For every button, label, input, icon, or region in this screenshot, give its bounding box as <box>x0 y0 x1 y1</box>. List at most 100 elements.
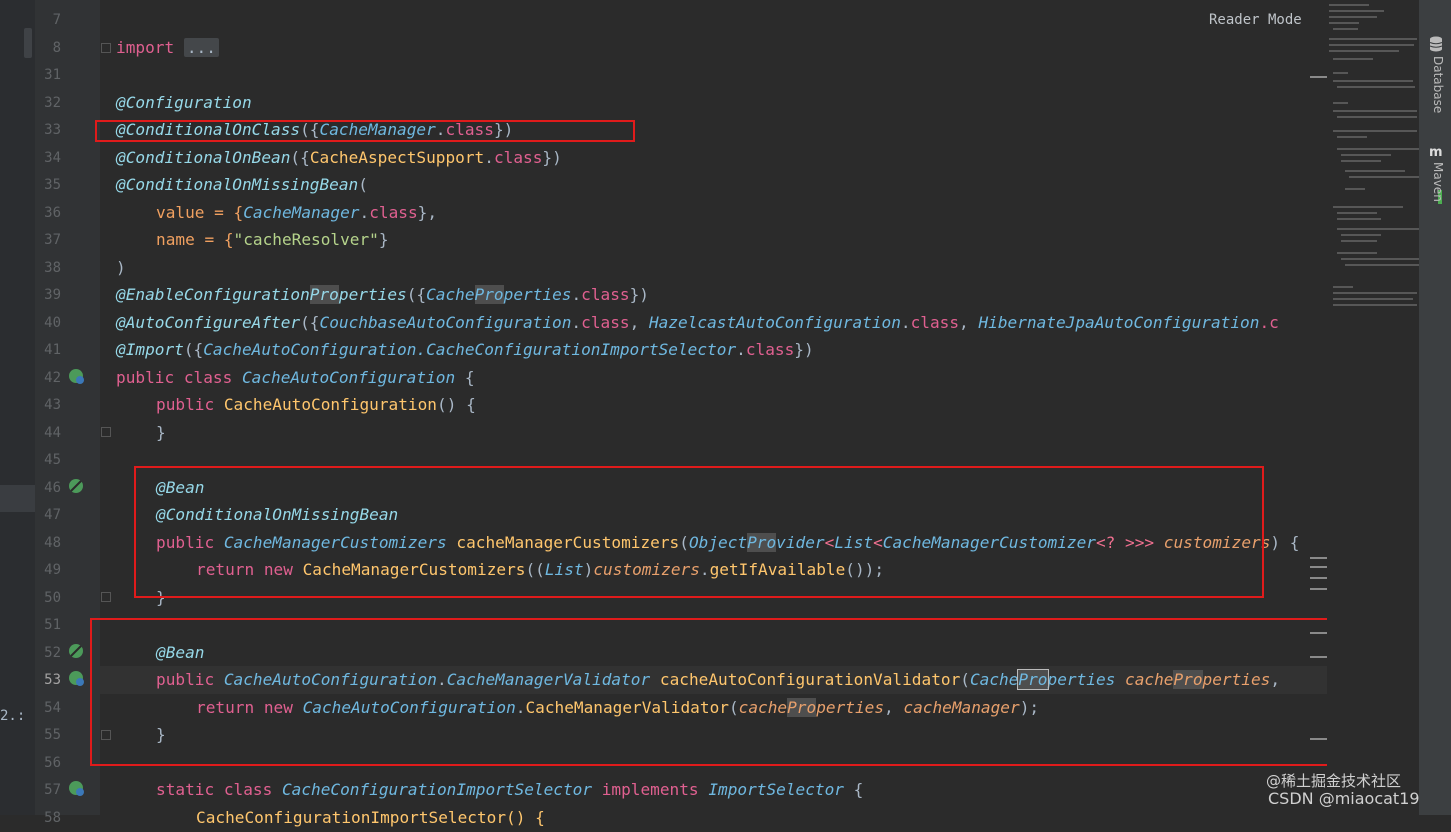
code-line-58[interactable]: CacheConfigurationImportSelector() { <box>196 804 545 832</box>
line-number: 8 <box>52 40 61 56</box>
minimap-line <box>1333 58 1373 60</box>
code-line-42[interactable]: public class CacheAutoConfiguration { <box>116 364 475 392</box>
line-number: 57 <box>44 782 61 798</box>
annotation: @AutoConfigureAfter <box>116 313 301 332</box>
code-line-35[interactable]: @ConditionalOnMissingBean( <box>116 171 368 199</box>
line-number: 41 <box>44 342 61 358</box>
code-line-37[interactable]: name = {"cacheResolver"} <box>156 226 389 254</box>
maven-tool-tab[interactable]: Maven <box>1431 162 1445 202</box>
class-ref: CacheManager <box>243 203 360 222</box>
line-number: 46 <box>44 480 61 496</box>
reader-mode-toggle[interactable]: Reader Mode <box>1209 12 1302 28</box>
code-line-44[interactable]: } <box>156 419 166 447</box>
code-line-57[interactable]: static class CacheConfigurationImportSel… <box>156 776 863 804</box>
truncated-text: 2.: <box>0 708 26 724</box>
minimap-line <box>1333 80 1413 82</box>
minimap-line <box>1333 72 1348 74</box>
code-minimap[interactable] <box>1327 0 1421 815</box>
line-number: 7 <box>52 12 61 28</box>
folded-imports[interactable]: ... <box>183 38 219 57</box>
keyword: class <box>581 313 630 332</box>
line-number: 40 <box>44 315 61 331</box>
minimap-line <box>1337 218 1381 220</box>
search-match: Pro <box>474 285 504 304</box>
class-ref: HibernateJpaAutoConfiguration <box>978 313 1260 332</box>
code-punct: , <box>629 313 649 332</box>
code-punct: () { <box>437 395 476 414</box>
minimap-line <box>1345 188 1365 190</box>
minimap-line <box>1345 170 1405 172</box>
code-line-8[interactable]: import ... <box>116 34 219 62</box>
minimap-line <box>1341 154 1391 156</box>
svg-text:m: m <box>1429 145 1443 157</box>
code-punct: ({ <box>406 285 427 304</box>
spring-bean-icon[interactable] <box>68 478 86 496</box>
scroll-marker[interactable] <box>1310 566 1327 568</box>
code-line-39[interactable]: @EnableConfigurationProperties({CachePro… <box>116 281 649 309</box>
scroll-marker[interactable] <box>1310 577 1327 579</box>
keyword: class <box>910 313 960 332</box>
highlight-box-validator-bean <box>90 618 1344 766</box>
annotation: perties <box>338 285 407 304</box>
scroll-marker[interactable] <box>1310 588 1327 590</box>
scroll-marker[interactable] <box>1310 76 1327 78</box>
minimap-line <box>1341 160 1381 162</box>
line-number-current: 53 <box>44 672 61 688</box>
keyword: class <box>745 340 795 359</box>
minimap-line <box>1349 176 1419 178</box>
minimap-line <box>1333 292 1417 294</box>
scrollbar-thumb[interactable] <box>24 28 32 58</box>
database-tool-tab[interactable]: Database <box>1431 56 1445 113</box>
juejin-watermark: @稀土掘金技术社区 <box>1266 772 1402 790</box>
line-number: 42 <box>44 370 61 386</box>
code-punct: ({ <box>290 148 310 167</box>
line-number: 52 <box>44 645 61 661</box>
minimap-line <box>1333 130 1417 132</box>
code-punct: , <box>959 313 979 332</box>
code-punct: { <box>455 368 475 387</box>
minimap-line <box>1333 110 1417 112</box>
fold-marker[interactable] <box>101 427 111 437</box>
annotation: @ConditionalOnBean <box>116 148 291 167</box>
scroll-marker[interactable] <box>1310 656 1327 658</box>
code-line-32[interactable]: @Configuration <box>116 89 252 117</box>
minimap-line <box>1337 252 1377 254</box>
class-ref: CacheAspectSupport <box>309 148 485 167</box>
attribute: name = { <box>156 230 234 249</box>
project-panel-edge[interactable]: 2.: <box>0 0 35 815</box>
minimap-line <box>1341 240 1377 242</box>
keyword: .c <box>1259 313 1279 332</box>
code-punct: } <box>378 230 389 249</box>
highlight-box-customizers-bean <box>134 466 1264 598</box>
fold-marker[interactable] <box>101 592 111 602</box>
scroll-marker[interactable] <box>1310 557 1327 559</box>
attribute: value = { <box>156 203 244 222</box>
spring-bean-icon[interactable] <box>68 643 86 661</box>
code-line-41[interactable]: @Import({CacheAutoConfiguration.CacheCon… <box>116 336 814 364</box>
code-line-38[interactable]: ) <box>116 254 126 282</box>
code-line-36[interactable]: value = {CacheManager.class}, <box>156 199 437 227</box>
line-number: 44 <box>44 425 61 441</box>
minimap-line <box>1337 86 1415 88</box>
keyword: class <box>581 285 630 304</box>
maven-icon[interactable]: m <box>1429 145 1445 157</box>
code-punct: . <box>484 148 494 167</box>
keyword: class <box>369 203 418 222</box>
right-tool-window-bar: m <box>1419 0 1451 815</box>
code-punct: ( <box>358 175 368 194</box>
scroll-marker[interactable] <box>1310 738 1327 740</box>
spring-bean-icon[interactable] <box>68 670 86 688</box>
scroll-marker[interactable] <box>1310 632 1327 634</box>
selected-tree-row[interactable] <box>0 485 35 512</box>
fold-marker[interactable] <box>101 43 111 53</box>
spring-bean-icon[interactable] <box>68 368 86 386</box>
minimap-line <box>1341 234 1381 236</box>
spring-bean-icon[interactable] <box>68 780 86 798</box>
code-line-43[interactable]: public CacheAutoConfiguration() { <box>156 391 476 419</box>
code-line-34[interactable]: @ConditionalOnBean({CacheAspectSupport.c… <box>116 144 562 172</box>
code-punct: }) <box>629 285 649 304</box>
minimap-line <box>1333 102 1348 104</box>
database-icon[interactable] <box>1429 36 1443 52</box>
code-line-40[interactable]: @AutoConfigureAfter({CouchbaseAutoConfig… <box>116 309 1279 337</box>
line-number: 55 <box>44 727 61 743</box>
